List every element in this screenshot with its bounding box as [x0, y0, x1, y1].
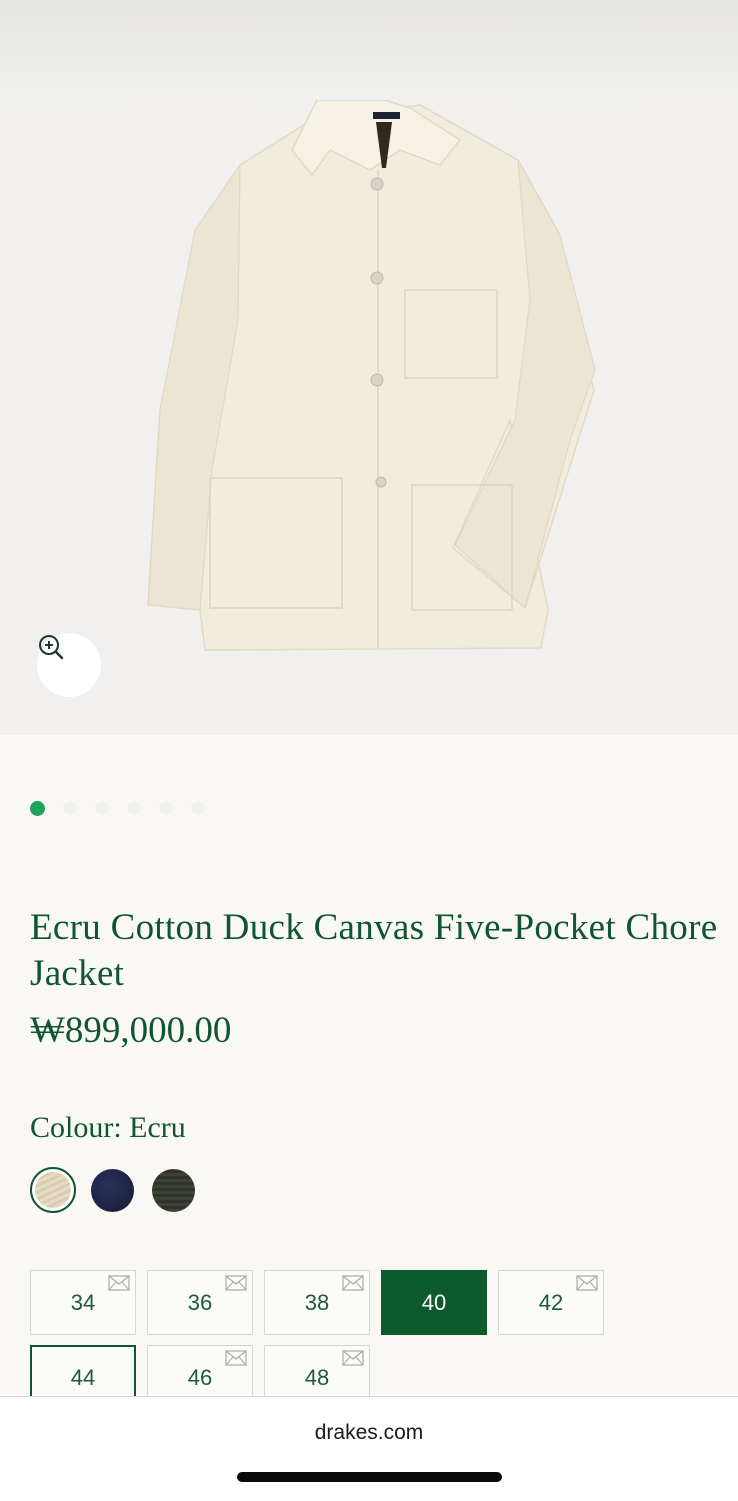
zoom-in-icon [39, 635, 64, 660]
gallery-pagination [30, 800, 205, 816]
status-bar-area [0, 0, 738, 100]
zoom-button[interactable] [37, 633, 101, 697]
size-option-36[interactable]: 36 [147, 1270, 253, 1335]
pagination-dot-6[interactable] [191, 801, 205, 815]
pagination-dot-3[interactable] [95, 801, 109, 815]
product-price: ₩899,000.00 [30, 1010, 232, 1051]
mail-icon [108, 1275, 130, 1291]
pagination-dot-2[interactable] [63, 801, 77, 815]
mail-icon [225, 1275, 247, 1291]
size-label: 48 [304, 1364, 330, 1390]
size-label: 40 [421, 1289, 447, 1315]
product-image-gallery[interactable] [0, 0, 738, 735]
product-title: Ecru Cotton Duck Canvas Five-Pocket Chor… [30, 907, 718, 994]
size-label: 44 [70, 1364, 96, 1390]
home-indicator[interactable] [237, 1472, 502, 1482]
mail-icon [342, 1275, 364, 1291]
size-option-42[interactable]: 42 [498, 1270, 604, 1335]
pagination-dot-5[interactable] [159, 801, 173, 815]
mail-icon [342, 1350, 364, 1366]
mail-icon [576, 1275, 598, 1291]
size-label: 42 [538, 1289, 564, 1315]
mail-icon [225, 1350, 247, 1366]
pagination-dot-4[interactable] [127, 801, 141, 815]
size-option-38[interactable]: 38 [264, 1270, 370, 1335]
swatch-ecru[interactable] [30, 1167, 76, 1213]
pagination-dot-1[interactable] [30, 800, 45, 816]
swatch-olive[interactable] [152, 1169, 195, 1212]
colour-label: Colour: Ecru [30, 1111, 186, 1144]
browser-bottom-bar [0, 1396, 738, 1501]
size-label: 46 [187, 1364, 213, 1390]
size-option-40[interactable]: 40 [381, 1270, 487, 1335]
swatch-navy[interactable] [91, 1169, 134, 1212]
size-label: 36 [187, 1289, 213, 1315]
jacket-image [147, 99, 596, 651]
size-option-34[interactable]: 34 [30, 1270, 136, 1335]
size-label: 34 [70, 1289, 96, 1315]
browser-url-label[interactable]: drakes.com [0, 1421, 738, 1445]
size-label: 38 [304, 1289, 330, 1315]
